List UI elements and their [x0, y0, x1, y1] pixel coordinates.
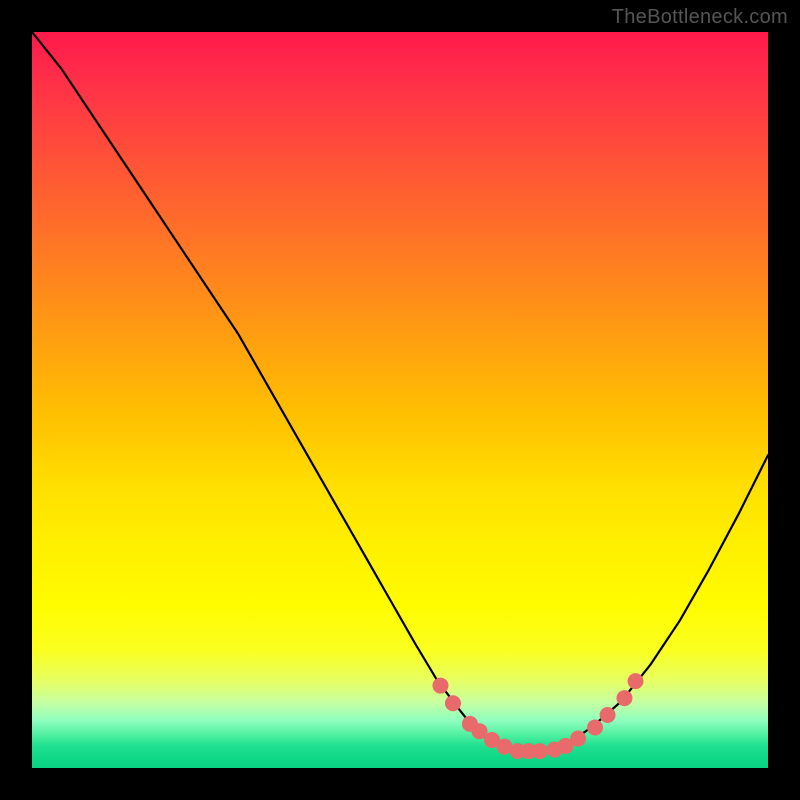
highlight-dot: [616, 690, 632, 706]
watermark-text: TheBottleneck.com: [612, 6, 788, 29]
highlight-dot: [600, 707, 616, 723]
highlight-dot: [628, 673, 644, 689]
plot-area: [32, 32, 768, 768]
highlight-dot: [445, 695, 461, 711]
highlight-dot: [587, 720, 603, 736]
highlight-dot: [532, 743, 548, 759]
highlight-dot: [432, 678, 448, 694]
chart-svg: [32, 32, 768, 768]
bottleneck-curve: [32, 32, 768, 751]
highlight-dot: [570, 731, 586, 747]
